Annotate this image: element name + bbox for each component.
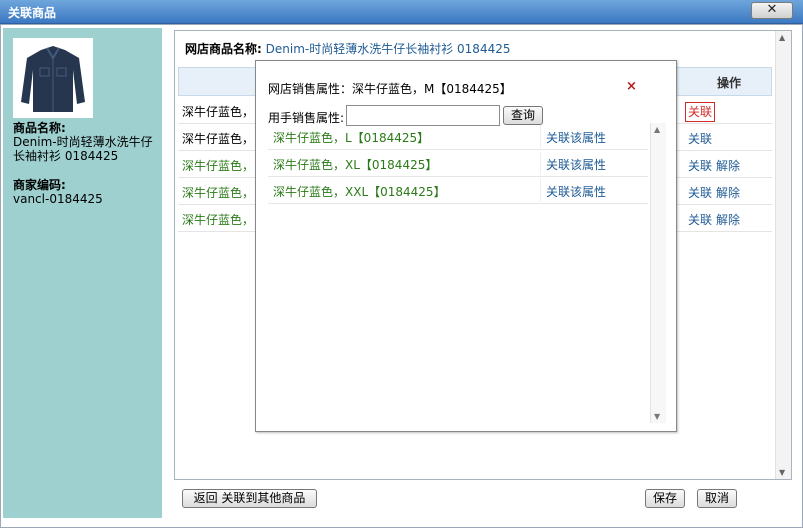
scroll-up-icon[interactable]: ▲ [779,33,785,42]
product-name-label: 商品名称: [13,121,66,135]
link-button[interactable]: 关联 [688,186,712,200]
shirt-thumbnail [13,38,93,118]
list-item: 深牛仔蓝色，XXL【0184425】 关联该属性 [268,177,648,204]
link-attr-button[interactable]: 关联该属性 [546,183,606,200]
product-name-value: Denim-时尚轻薄水洗牛仔长袖衬衫 0184425 [13,135,153,163]
item-attr: 深牛仔蓝色，XXL【0184425】 [273,185,446,199]
back-button[interactable]: 返回 关联到其他商品 [182,489,317,508]
product-sidebar: 商品名称: Denim-时尚轻薄水洗牛仔长袖衬衫 0184425 商家编码: v… [3,28,162,518]
popup-scrollbar[interactable]: ▲ ▼ [650,123,666,423]
row-attr: 深牛仔蓝色， [182,159,255,173]
link-attr-button[interactable]: 关联该属性 [546,156,606,173]
attribute-popup: 网店销售属性：深牛仔蓝色，M【0184425】 × 用手销售属性: 查询 深牛仔… [255,60,677,432]
scroll-down-icon[interactable]: ▼ [779,468,785,477]
row-attr: 深牛仔蓝色， [182,105,255,119]
main-scrollbar[interactable]: ▲ ▼ [775,31,791,479]
save-button[interactable]: 保存 [645,489,685,508]
window-title: 关联商品 [8,6,57,20]
unlink-button[interactable]: 解除 [716,186,740,200]
link-button[interactable]: 关联 [688,132,712,146]
popup-title: 网店销售属性：深牛仔蓝色，M【0184425】 [268,82,512,96]
close-icon[interactable]: ✕ [751,2,793,19]
item-attr: 深牛仔蓝色，L【0184425】 [273,131,430,145]
scroll-up-icon[interactable]: ▲ [654,125,660,134]
link-button[interactable]: 关联 [688,213,712,227]
unlink-button[interactable]: 解除 [716,159,740,173]
scroll-down-icon[interactable]: ▼ [654,412,660,421]
popup-close-icon[interactable]: × [626,79,637,94]
list-item: 深牛仔蓝色，L【0184425】 关联该属性 [268,123,648,150]
store-product-label: 网店商品名称: [185,42,262,56]
unlink-button[interactable]: 解除 [716,213,740,227]
row-attr: 深牛仔蓝色， [182,132,255,146]
window-titlebar: 关联商品 ✕ [0,0,803,24]
cancel-button[interactable]: 取消 [697,489,737,508]
link-attr-button[interactable]: 关联该属性 [546,129,606,146]
list-item: 深牛仔蓝色，XL【0184425】 关联该属性 [268,150,648,177]
link-button[interactable]: 关联 [688,159,712,173]
item-attr: 深牛仔蓝色，XL【0184425】 [273,158,438,172]
row-attr: 深牛仔蓝色， [182,186,255,200]
link-button[interactable]: 关联 [684,102,716,122]
row-attr: 深牛仔蓝色， [182,213,255,227]
attribute-list: 深牛仔蓝色，L【0184425】 关联该属性 深牛仔蓝色，XL【0184425】… [268,123,660,423]
merchant-code-label: 商家编码: [13,178,66,192]
store-product-value: Denim-时尚轻薄水洗牛仔长袖衬衫 0184425 [265,42,511,56]
merchant-code-value: vancl-0184425 [13,192,103,206]
column-ops-header: 操作 [717,76,742,90]
store-product-name: 网店商品名称: Denim-时尚轻薄水洗牛仔长袖衬衫 0184425 [185,40,510,57]
